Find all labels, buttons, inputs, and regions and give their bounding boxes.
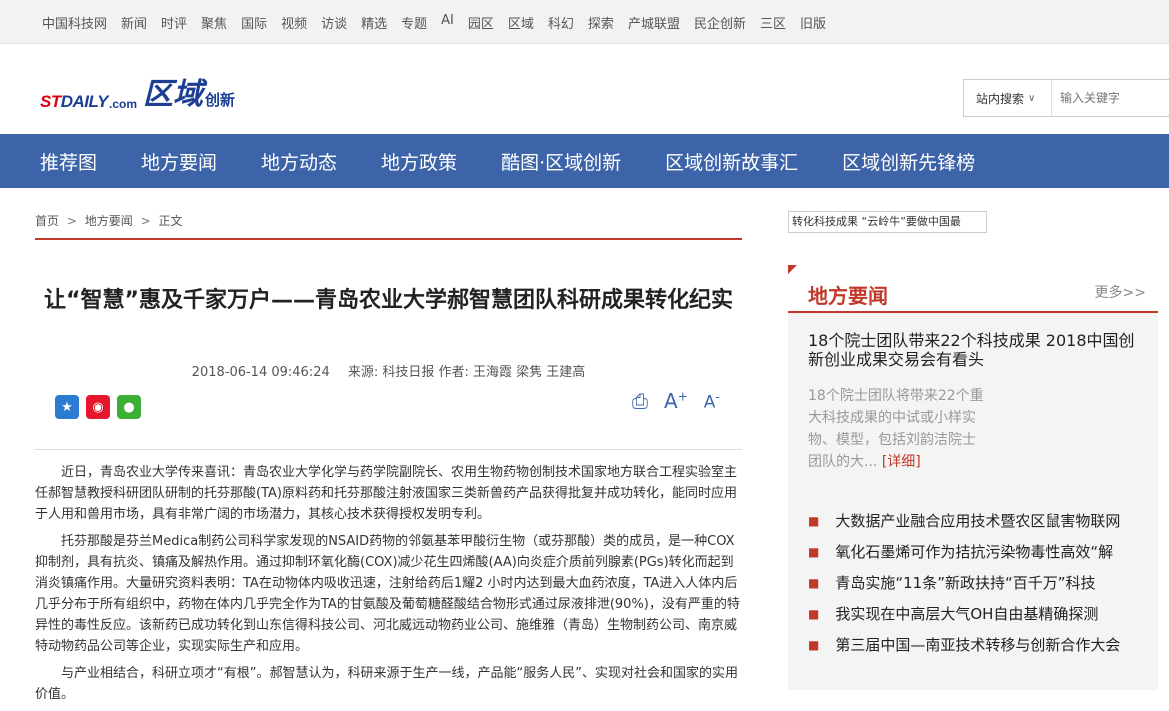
lead-story-summary: 18个院士团队将带来22个重大科技成果的中试或小样实物、模型，包括刘韵洁院士团队… — [808, 385, 988, 473]
sidebar-header: 地方要闻 更多>> — [788, 265, 1158, 313]
article-body: 近日，青岛农业大学传来喜讯：青岛农业大学化学与药学院副院长、农用生物药物创制技术… — [35, 462, 742, 711]
list-item[interactable]: ■ 大数据产业融合应用技术暨农区鼠害物联网 — [808, 505, 1158, 536]
top-nav-item[interactable]: 视频 — [281, 13, 307, 32]
article-paragraph: 与产业相结合，科研立项才“有根”。郝智慧认为，科研来源于生产一线，产品能“服务人… — [35, 666, 738, 702]
main-nav-item[interactable]: 地方动态 — [261, 148, 337, 175]
top-nav-item[interactable]: 专题 — [401, 13, 427, 32]
top-nav-item[interactable]: 新闻 — [121, 13, 147, 32]
top-nav-item[interactable]: 中国科技网 — [42, 13, 107, 32]
top-nav-item[interactable]: 旧版 — [800, 13, 826, 32]
search-input[interactable] — [1052, 81, 1162, 115]
logo-section: 区域 — [143, 77, 203, 112]
corner-mark-icon — [788, 265, 797, 274]
chevron-down-icon: ∨ — [1028, 92, 1036, 104]
qzone-share-icon[interactable]: ★ — [55, 395, 79, 419]
article-date: 2018-06-14 09:46:24 — [191, 365, 330, 380]
top-nav-item[interactable]: 国际 — [241, 13, 267, 32]
wechat-share-icon[interactable]: ● — [117, 395, 141, 419]
font-increase-button[interactable]: A+ — [664, 389, 688, 413]
print-icon[interactable]: ⎙ — [632, 389, 648, 413]
article-meta: 2018-06-14 09:46:24 来源: 科技日报 作者: 王海霞 梁隽 … — [35, 361, 742, 380]
site-logo[interactable]: STDAILY .com 区域 创新 — [40, 72, 235, 112]
main-nav-item[interactable]: 区域创新先锋榜 — [842, 148, 975, 175]
share-bar: ★ ◉ ● — [55, 395, 148, 419]
breadcrumb-home[interactable]: 首页 — [35, 214, 59, 228]
main-nav-item[interactable]: 地方要闻 — [141, 148, 217, 175]
search-scope-select[interactable]: 站内搜索 ∨ — [964, 80, 1052, 116]
logo-section-sub: 创新 — [205, 91, 236, 109]
top-bar: 中国科技网 新闻 时评 聚焦 国际 视频 访谈 精选 专题 AI 园区 区域 科… — [0, 0, 1169, 44]
search-scope-label: 站内搜索 — [976, 91, 1025, 106]
sidebar-local-news: 地方要闻 更多>> 18个院士团队带来22个科技成果 2018中国创新创业成果交… — [788, 265, 1158, 690]
bullet-icon: ■ — [808, 575, 820, 590]
font-decrease-button[interactable]: A- — [704, 390, 720, 413]
main-nav-item[interactable]: 地方政策 — [381, 148, 457, 175]
top-nav-item[interactable]: 园区 — [468, 13, 494, 32]
list-item[interactable]: ■ 青岛实施“11条”新政扶持“百千万”科技 — [808, 567, 1158, 598]
site-search: 站内搜索 ∨ — [963, 79, 1169, 117]
site-header: STDAILY .com 区域 创新 站内搜索 ∨ — [0, 44, 1169, 134]
news-list: ■ 大数据产业融合应用技术暨农区鼠害物联网 ■ 氧化石墨烯可作为拮抗污染物毒性高效“… — [808, 505, 1158, 660]
article-title: 让“智慧”惠及千家万户——青岛农业大学郝智慧团队科研成果转化纪实 — [44, 288, 733, 313]
top-nav: 中国科技网 新闻 时评 聚焦 国际 视频 访谈 精选 专题 AI 园区 区域 科… — [42, 13, 840, 32]
breadcrumb: 首页 > 地方要闻 > 正文 — [35, 212, 742, 240]
top-nav-item[interactable]: 民企创新 — [694, 13, 746, 32]
top-nav-item[interactable]: 产城联盟 — [628, 13, 680, 32]
breadcrumb-current: 正文 — [158, 214, 183, 228]
top-nav-item[interactable]: AI — [441, 13, 454, 32]
breadcrumb-separator: > — [140, 214, 151, 228]
top-nav-item[interactable]: 精选 — [361, 13, 387, 32]
main-nav: 推荐图 地方要闻 地方动态 地方政策 酷图·区域创新 区域创新故事汇 区域创新先… — [0, 134, 1169, 188]
list-item[interactable]: ■ 我实现在中高层大气OH自由基精确探测 — [808, 598, 1158, 629]
main-nav-item[interactable]: 酷图·区域创新 — [501, 148, 621, 175]
logo-brand: STDAILY — [40, 92, 108, 111]
sidebar-title: 地方要闻 — [808, 284, 888, 308]
divider — [35, 449, 742, 450]
breadcrumb-separator: > — [66, 214, 77, 228]
top-nav-item[interactable]: 访谈 — [321, 13, 347, 32]
top-nav-item[interactable]: 区域 — [508, 13, 534, 32]
bullet-icon: ■ — [808, 513, 820, 528]
list-item[interactable]: ■ 第三届中国—南亚技术转移与创新合作大会 — [808, 629, 1158, 660]
lead-story-title[interactable]: 18个院士团队带来22个科技成果 2018中国创新创业成果交易会有看头 — [808, 331, 1148, 369]
top-nav-item[interactable]: 时评 — [161, 13, 187, 32]
main-nav-item[interactable]: 推荐图 — [40, 148, 97, 175]
bullet-icon: ■ — [808, 637, 820, 652]
main-nav-item[interactable]: 区域创新故事汇 — [665, 148, 798, 175]
top-nav-item[interactable]: 探索 — [588, 13, 614, 32]
bullet-icon: ■ — [808, 606, 820, 621]
more-link[interactable]: 更多>> — [1095, 282, 1146, 302]
top-nav-item[interactable]: 聚焦 — [201, 13, 227, 32]
breadcrumb-section[interactable]: 地方要闻 — [85, 214, 133, 228]
list-item[interactable]: ■ 氧化石墨烯可作为拮抗污染物毒性高效“解 — [808, 536, 1158, 567]
news-ticker[interactable]: 转化科技成果 “云岭牛”要做中国最 — [788, 211, 987, 233]
logo-domain: .com — [108, 97, 137, 111]
article-source: 来源: 科技日报 作者: 王海霞 梁隽 王建高 — [347, 365, 586, 380]
bullet-icon: ■ — [808, 544, 820, 559]
detail-link[interactable]: [详细] — [882, 454, 921, 470]
top-nav-item[interactable]: 科幻 — [548, 13, 574, 32]
top-nav-item[interactable]: 三区 — [760, 13, 786, 32]
article-tools: ⎙ A+ A- — [632, 389, 736, 413]
article-paragraph: 托芬那酸是芬兰Medica制药公司科学家发现的NSAID药物的邻氨基苯甲酸衍生物… — [35, 534, 740, 654]
article-paragraph: 近日，青岛农业大学传来喜讯：青岛农业大学化学与药学院副院长、农用生物药物创制技术… — [35, 465, 738, 522]
weibo-share-icon[interactable]: ◉ — [86, 395, 110, 419]
